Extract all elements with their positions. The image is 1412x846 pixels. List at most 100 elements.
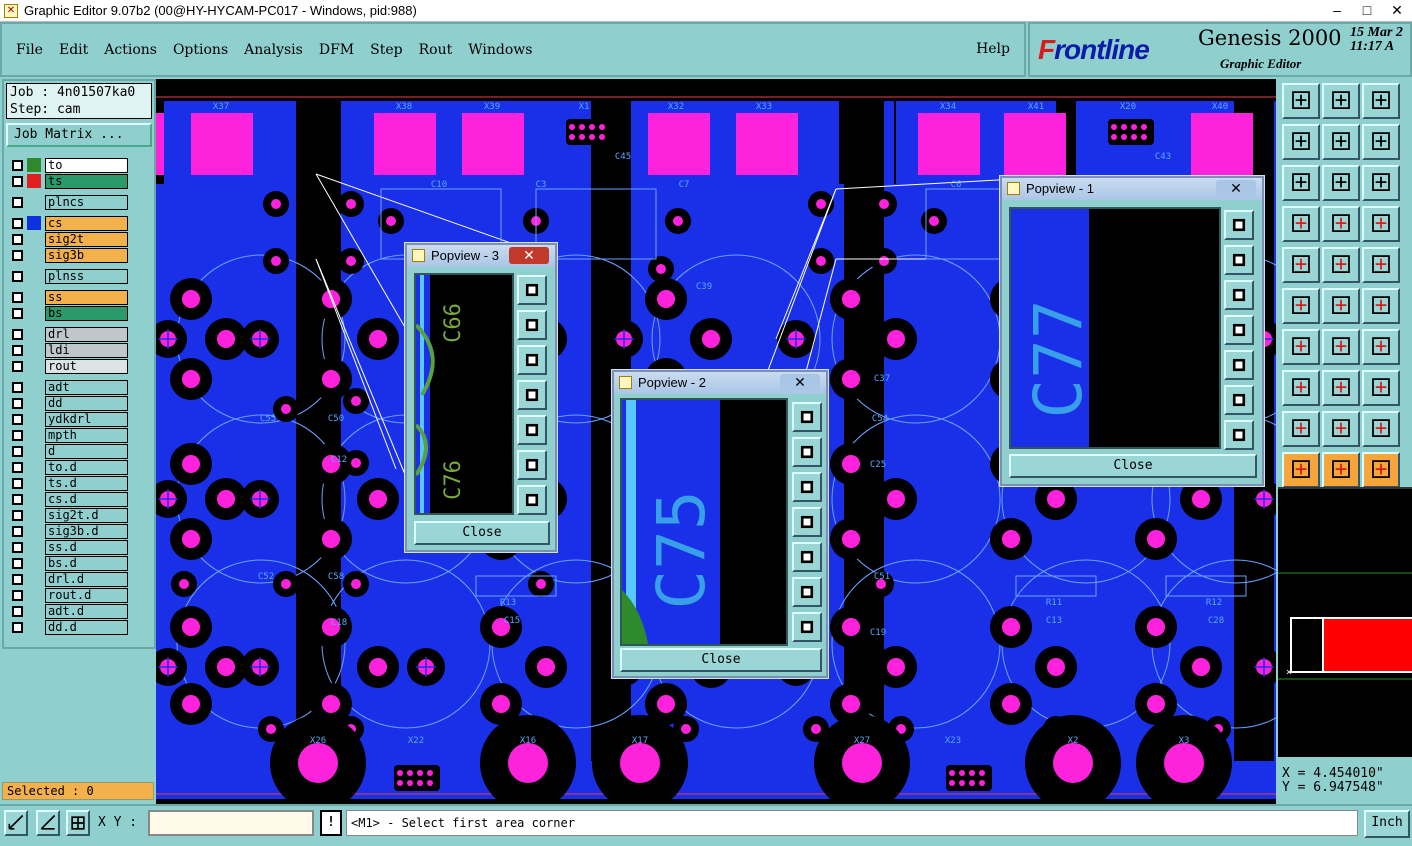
layer-name[interactable]: adt xyxy=(45,379,128,395)
layer-checkbox[interactable] xyxy=(12,493,23,505)
layer-checkbox[interactable] xyxy=(12,589,23,601)
popview-2-titlebar[interactable]: Popview - 2 ✕ xyxy=(614,372,826,394)
arc-icon[interactable] xyxy=(1362,329,1400,365)
menu-dfm[interactable]: DFM xyxy=(319,42,354,58)
layer-checkbox[interactable] xyxy=(12,557,23,569)
pointer-circle-icon[interactable] xyxy=(1362,452,1400,488)
layer-checkbox[interactable] xyxy=(12,291,23,303)
layer-row[interactable]: plnss xyxy=(6,268,156,284)
cross-icon[interactable] xyxy=(1322,288,1360,324)
layer-checkbox[interactable] xyxy=(12,397,23,409)
layer-row[interactable]: cs xyxy=(6,215,156,231)
layer-checkbox[interactable] xyxy=(12,445,23,457)
layer-row[interactable]: adt.d xyxy=(6,603,156,619)
layer-name[interactable]: ydkdrl xyxy=(45,411,128,427)
menu-file[interactable]: File xyxy=(16,42,43,58)
maximize-button[interactable]: □ xyxy=(1352,0,1382,21)
overview-panel[interactable]: × xyxy=(1278,487,1412,757)
layer-checkbox[interactable] xyxy=(12,381,23,393)
popview-2-tool-button[interactable] xyxy=(792,472,822,502)
layer-row[interactable]: ss xyxy=(6,289,156,305)
layer-name[interactable]: rout xyxy=(45,358,128,374)
popview-2-tool-button[interactable] xyxy=(792,507,822,537)
popview-3-tool-button[interactable] xyxy=(517,345,547,375)
popview-2-window[interactable]: Popview - 2 ✕ C75 Close xyxy=(612,370,828,678)
polygon-edit-icon[interactable] xyxy=(1322,411,1360,447)
layer-name[interactable]: dd xyxy=(45,395,128,411)
popview-1-tool-button[interactable] xyxy=(1224,245,1254,275)
menu-rout[interactable]: Rout xyxy=(419,42,453,58)
polygon-icon[interactable] xyxy=(1282,411,1320,447)
popview-2-tool-button[interactable] xyxy=(792,437,822,467)
layer-row[interactable]: mpth xyxy=(6,427,156,443)
menu-edit[interactable]: Edit xyxy=(59,42,88,58)
menu-analysis[interactable]: Analysis xyxy=(244,42,303,58)
layer-checkbox[interactable] xyxy=(12,233,23,245)
alert-icon[interactable]: ! xyxy=(320,810,342,836)
copy-icon[interactable] xyxy=(1362,370,1400,406)
layer-checkbox[interactable] xyxy=(12,429,23,441)
layer-checkbox[interactable] xyxy=(12,249,23,261)
measure-icon[interactable] xyxy=(1282,206,1320,242)
popview-1-tool-button[interactable] xyxy=(1224,280,1254,310)
layer-name[interactable]: drl xyxy=(45,326,128,342)
layer-row[interactable]: dd.d xyxy=(6,619,156,635)
layer-name[interactable]: d xyxy=(45,443,128,459)
menu-help[interactable]: Help xyxy=(976,41,1010,57)
popview-2-close-x[interactable]: ✕ xyxy=(780,374,820,391)
zoom-in-icon[interactable] xyxy=(1282,124,1320,160)
snap-icon[interactable] xyxy=(4,810,28,836)
popview-1-tool-button[interactable] xyxy=(1224,350,1254,380)
layer-row[interactable]: ss.d xyxy=(6,539,156,555)
layer-name[interactable]: sig2t.d xyxy=(45,507,128,523)
job-matrix-button[interactable]: Job Matrix ... xyxy=(6,123,152,147)
layer-name[interactable]: ldi xyxy=(45,342,128,358)
layer-name[interactable]: to.d xyxy=(45,459,128,475)
layer-row[interactable]: dd xyxy=(6,395,156,411)
layer-name[interactable]: ss.d xyxy=(45,539,128,555)
layer-name[interactable]: plnss xyxy=(45,268,128,284)
popview-2-tool-button[interactable] xyxy=(792,542,822,572)
layer-checkbox[interactable] xyxy=(12,461,23,473)
layer-name[interactable]: bs.d xyxy=(45,555,128,571)
layer-name[interactable]: plncs xyxy=(45,194,128,210)
menu-windows[interactable]: Windows xyxy=(468,42,532,58)
pan-icon[interactable] xyxy=(1362,124,1400,160)
layer-row[interactable]: rout.d xyxy=(6,587,156,603)
popview-3-tool-button[interactable] xyxy=(517,275,547,305)
layer-name[interactable]: dd.d xyxy=(45,619,128,635)
layer-checkbox[interactable] xyxy=(12,270,23,282)
layer-checkbox[interactable] xyxy=(12,360,23,372)
layer-name[interactable]: sig2t xyxy=(45,231,128,247)
layer-row[interactable]: to.d xyxy=(6,459,156,475)
layer-checkbox[interactable] xyxy=(12,307,23,319)
popview-3-view[interactable]: C66 C76 xyxy=(414,273,514,515)
layer-checkbox[interactable] xyxy=(12,477,23,489)
layer-row[interactable]: to xyxy=(6,157,156,173)
layer-checkbox[interactable] xyxy=(12,159,23,171)
popview-1-tool-button[interactable] xyxy=(1224,420,1254,450)
layer-name[interactable]: to xyxy=(45,157,128,173)
layer-name[interactable]: bs xyxy=(45,305,128,321)
pad-icon[interactable] xyxy=(1282,370,1320,406)
layer-name[interactable]: drl.d xyxy=(45,571,128,587)
layer-checkbox[interactable] xyxy=(12,525,23,537)
layer-row[interactable]: bs.d xyxy=(6,555,156,571)
move-icon[interactable] xyxy=(1322,370,1360,406)
popview-1-window[interactable]: Popview - 1 ✕ C77 Close xyxy=(1000,176,1264,486)
layer-name[interactable]: ts xyxy=(45,173,128,189)
layer-row[interactable]: sig2t xyxy=(6,231,156,247)
xy-input[interactable] xyxy=(148,810,314,836)
menu-options[interactable]: Options xyxy=(173,42,228,58)
zoom-box-icon[interactable] xyxy=(1322,83,1360,119)
net-icon[interactable] xyxy=(1282,288,1320,324)
layer-checkbox[interactable] xyxy=(12,328,23,340)
popview-3-tool-button[interactable] xyxy=(517,380,547,410)
popview-1-close-x[interactable]: ✕ xyxy=(1216,180,1256,197)
layer-row[interactable]: bs xyxy=(6,305,156,321)
grid-icon[interactable] xyxy=(1322,206,1360,242)
zoom-all-icon[interactable] xyxy=(1322,165,1360,201)
layer-checkbox[interactable] xyxy=(12,509,23,521)
layer-row[interactable]: sig2t.d xyxy=(6,507,156,523)
menu-step[interactable]: Step xyxy=(370,42,402,58)
